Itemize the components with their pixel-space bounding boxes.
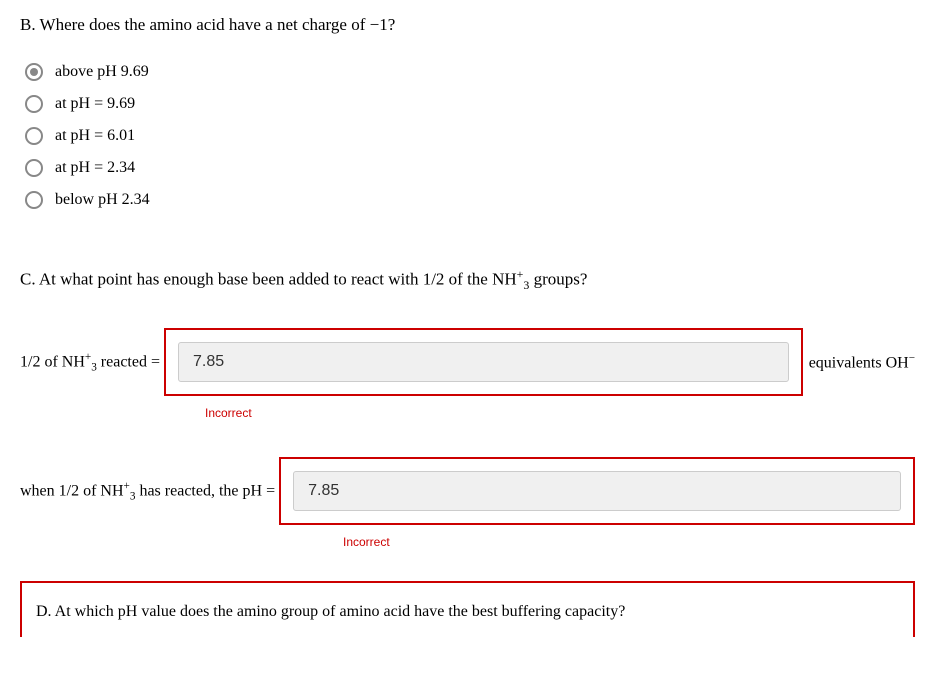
question-d-box: D. At which pH value does the amino grou… xyxy=(20,581,915,637)
radio-icon xyxy=(25,95,43,113)
option-4[interactable]: below pH 2.34 xyxy=(25,188,915,212)
answer-c1-input-wrapper xyxy=(164,328,803,396)
answer-c2-label: when 1/2 of NH+3 has reacted, the pH = xyxy=(20,480,275,503)
radio-icon xyxy=(25,159,43,177)
question-b-prompt: B. Where does the amino acid have a net … xyxy=(20,15,915,35)
option-1[interactable]: at pH = 9.69 xyxy=(25,92,915,116)
option-label: at pH = 9.69 xyxy=(55,95,135,113)
answer-c2-row: when 1/2 of NH+3 has reacted, the pH = xyxy=(20,457,915,525)
qc-suffix: groups? xyxy=(529,270,587,289)
radio-icon xyxy=(25,63,43,81)
answer-c2-feedback-row: Incorrect xyxy=(343,533,915,551)
option-2[interactable]: at pH = 6.01 xyxy=(25,124,915,148)
qc-prefix: C. At what point has enough base been ad… xyxy=(20,270,517,289)
answer-c2-input-wrapper xyxy=(279,457,915,525)
question-d-prompt: D. At which pH value does the amino grou… xyxy=(36,603,899,621)
question-c-prompt: C. At what point has enough base been ad… xyxy=(20,267,915,293)
option-3[interactable]: at pH = 2.34 xyxy=(25,156,915,180)
option-label: at pH = 2.34 xyxy=(55,159,135,177)
answer-c2-feedback: Incorrect xyxy=(343,535,390,549)
option-label: at pH = 6.01 xyxy=(55,127,135,145)
answer-c2-input[interactable] xyxy=(293,471,901,511)
option-0[interactable]: above pH 9.69 xyxy=(25,60,915,84)
answer-c1-feedback-row: Incorrect xyxy=(205,404,915,422)
answer-c1-feedback: Incorrect xyxy=(205,406,252,420)
answer-c1-postlabel: equivalents OH− xyxy=(809,352,915,372)
option-label: above pH 9.69 xyxy=(55,63,149,81)
answer-c1-row: 1/2 of NH+3 reacted = equivalents OH− xyxy=(20,328,915,396)
question-b-options: above pH 9.69 at pH = 9.69 at pH = 6.01 … xyxy=(25,60,915,212)
answer-c1-label: 1/2 of NH+3 reacted = xyxy=(20,351,160,374)
answer-c1-input[interactable] xyxy=(178,342,789,382)
option-label: below pH 2.34 xyxy=(55,191,150,209)
radio-icon xyxy=(25,191,43,209)
radio-icon xyxy=(25,127,43,145)
